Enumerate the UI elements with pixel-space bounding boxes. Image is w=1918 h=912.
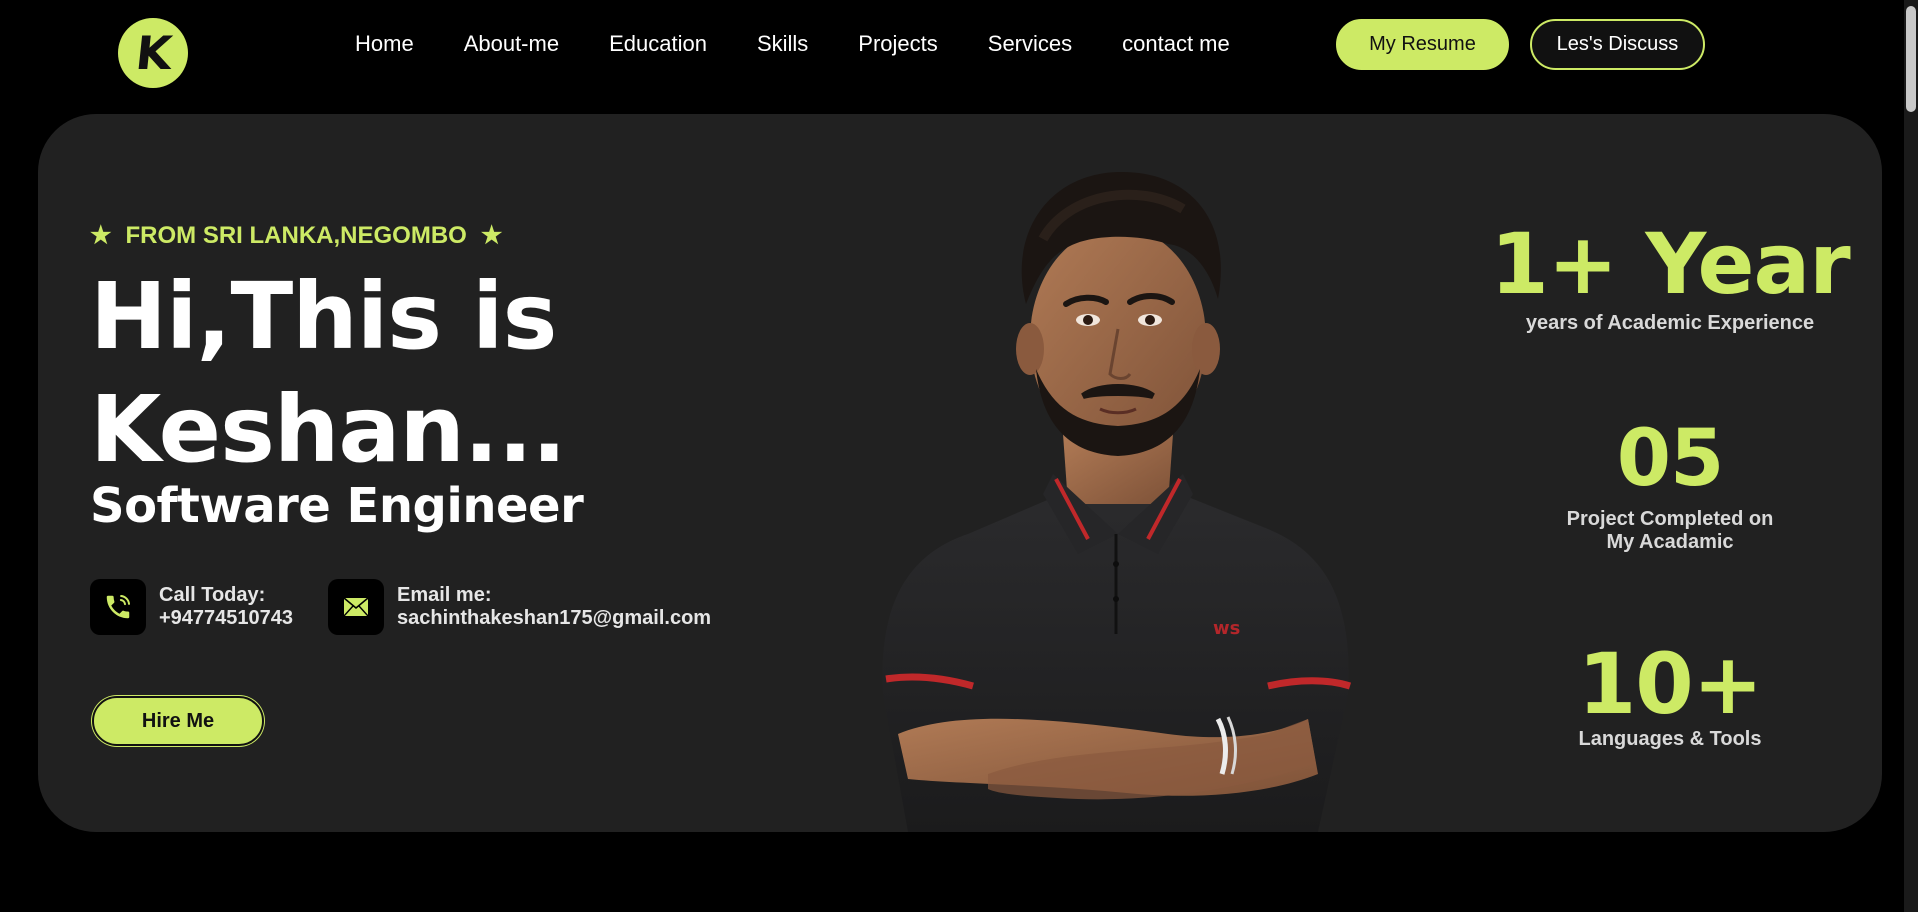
- mail-icon: [328, 579, 384, 635]
- call-number: +94774510743: [159, 607, 294, 629]
- nav-education[interactable]: Education: [609, 30, 707, 58]
- nav-projects[interactable]: Projects: [858, 30, 937, 58]
- lets-discuss-button[interactable]: Les's Discuss: [1530, 19, 1705, 70]
- main-nav: Home About-me Education Skills Projects …: [355, 30, 1230, 58]
- profile-photo: ws: [882, 171, 1352, 832]
- job-title: Software Engineer: [90, 478, 584, 534]
- hero-headline: Hi,This is Keshan...: [90, 260, 567, 486]
- stat-label: Languages & Tools: [1578, 728, 1762, 750]
- email-text: Email me: sachinthakeshan175@gmail.com: [397, 584, 711, 630]
- nav-skills[interactable]: Skills: [757, 30, 808, 58]
- nav-contact-me[interactable]: contact me: [1122, 30, 1230, 58]
- call-contact[interactable]: Call Today: +94774510743: [90, 579, 293, 635]
- nav-about-me[interactable]: About-me: [464, 30, 559, 58]
- star-icon: ★: [90, 222, 112, 249]
- email-address: sachinthakeshan175@gmail.com: [397, 607, 712, 629]
- origin-tagline: ★ FROM SRI LANKA,NEGOMBO ★: [90, 222, 502, 250]
- k-logo-icon: K: [133, 26, 173, 80]
- call-label: Call Today:: [159, 584, 266, 606]
- nav-services[interactable]: Services: [988, 30, 1072, 58]
- logo[interactable]: K: [118, 18, 188, 88]
- stat-value: 1+ Year: [1490, 215, 1850, 313]
- phone-icon: [90, 579, 146, 635]
- headline-line-1: Hi,This is: [90, 263, 557, 370]
- stat-label: years of Academic Experience: [1525, 312, 1815, 334]
- my-resume-button[interactable]: My Resume: [1336, 19, 1509, 70]
- page-scrollbar[interactable]: [1904, 0, 1918, 912]
- hero-card: ★ FROM SRI LANKA,NEGOMBO ★ Hi,This is Ke…: [38, 114, 1882, 832]
- call-text: Call Today: +94774510743: [159, 584, 293, 630]
- headline-line-2: Keshan...: [90, 376, 567, 483]
- scrollbar-thumb[interactable]: [1906, 6, 1916, 112]
- hire-me-button[interactable]: Hire Me: [92, 696, 264, 746]
- nav-home[interactable]: Home: [355, 30, 414, 58]
- svg-text:ws: ws: [1213, 618, 1240, 639]
- stat-label: Project Completed on My Acadamic: [1566, 508, 1774, 553]
- stat-value: 05: [1616, 414, 1725, 504]
- email-label: Email me:: [397, 584, 492, 606]
- email-contact[interactable]: Email me: sachinthakeshan175@gmail.com: [328, 579, 711, 635]
- stat-value: 10+: [1577, 635, 1763, 733]
- stat-tools: 10+ Languages & Tools: [1470, 642, 1870, 751]
- stat-experience: 1+ Year years of Academic Experience: [1470, 222, 1870, 335]
- stat-projects: 05 Project Completed on My Acadamic: [1470, 420, 1870, 554]
- origin-text: FROM SRI LANKA,NEGOMBO: [125, 222, 467, 249]
- star-icon: ★: [480, 222, 503, 249]
